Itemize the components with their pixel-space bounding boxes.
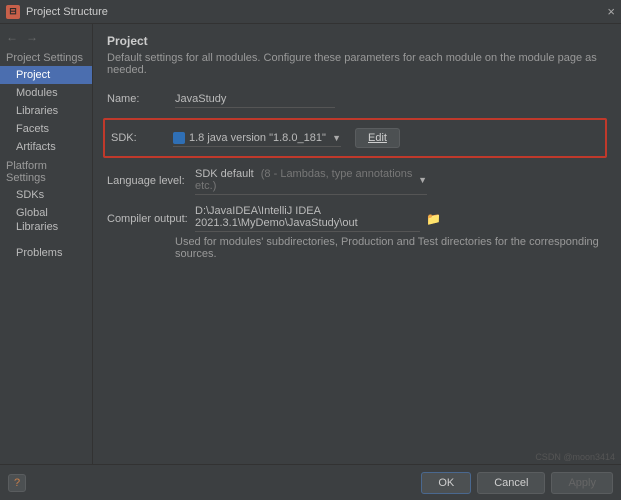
section-platform-settings: Platform Settings [0, 156, 92, 186]
close-icon[interactable]: × [607, 4, 615, 19]
sidebar-item-project[interactable]: Project [0, 66, 92, 84]
titlebar: ⊟ Project Structure × [0, 0, 621, 24]
folder-icon[interactable]: 📁 [426, 212, 441, 226]
nav-history: ← → [0, 26, 92, 48]
footer: ? OK Cancel Apply [0, 464, 621, 500]
sdk-dropdown[interactable]: 1.8 java version "1.8.0_181" ▼ [173, 130, 341, 147]
compiler-output-label: Compiler output: [107, 213, 195, 225]
language-level-value: SDK default [195, 168, 254, 180]
name-label: Name: [107, 93, 175, 105]
name-input[interactable] [175, 91, 335, 108]
forward-icon[interactable]: → [26, 30, 38, 44]
edit-button[interactable]: Edit [355, 128, 400, 148]
name-row: Name: [107, 86, 607, 112]
language-level-row: Language level: SDK default (8 - Lambdas… [107, 166, 607, 195]
compiler-output-value[interactable]: D:\JavaIDEA\IntelliJ IDEA 2021.3.1\MyDem… [195, 205, 420, 232]
sidebar-item-problems[interactable]: Problems [0, 244, 92, 262]
help-icon[interactable]: ? [8, 474, 26, 492]
language-level-dropdown[interactable]: SDK default (8 - Lambdas, type annotatio… [195, 166, 427, 195]
sidebar-item-global-libraries[interactable]: Global Libraries [0, 204, 92, 236]
sidebar-item-artifacts[interactable]: Artifacts [0, 138, 92, 156]
chevron-down-icon: ▼ [332, 133, 341, 143]
back-icon[interactable]: ← [6, 30, 18, 44]
language-level-label: Language level: [107, 175, 195, 187]
sidebar-item-libraries[interactable]: Libraries [0, 102, 92, 120]
apply-button[interactable]: Apply [551, 472, 613, 494]
window-title: Project Structure [26, 6, 108, 18]
main-panel: Project Default settings for all modules… [93, 24, 621, 464]
page-title: Project [107, 34, 607, 48]
sidebar-item-modules[interactable]: Modules [0, 84, 92, 102]
java-icon [173, 132, 185, 144]
compiler-output-hint: Used for modules' subdirectories, Produc… [175, 236, 607, 260]
app-icon: ⊟ [6, 5, 20, 19]
ok-button[interactable]: OK [421, 472, 471, 494]
sdk-label: SDK: [111, 132, 173, 144]
watermark: CSDN @moon3414 [535, 452, 615, 462]
sdk-value: 1.8 java version "1.8.0_181" [189, 132, 326, 144]
sidebar-item-facets[interactable]: Facets [0, 120, 92, 138]
section-project-settings: Project Settings [0, 48, 92, 66]
sdk-row-highlight: SDK: 1.8 java version "1.8.0_181" ▼ Edit [103, 118, 607, 158]
compiler-output-row: Compiler output: D:\JavaIDEA\IntelliJ ID… [107, 205, 607, 232]
sidebar-item-sdks[interactable]: SDKs [0, 186, 92, 204]
chevron-down-icon: ▼ [418, 175, 427, 185]
page-subtitle: Default settings for all modules. Config… [107, 52, 607, 76]
sidebar: ← → Project Settings Project Modules Lib… [0, 24, 93, 464]
cancel-button[interactable]: Cancel [477, 472, 545, 494]
